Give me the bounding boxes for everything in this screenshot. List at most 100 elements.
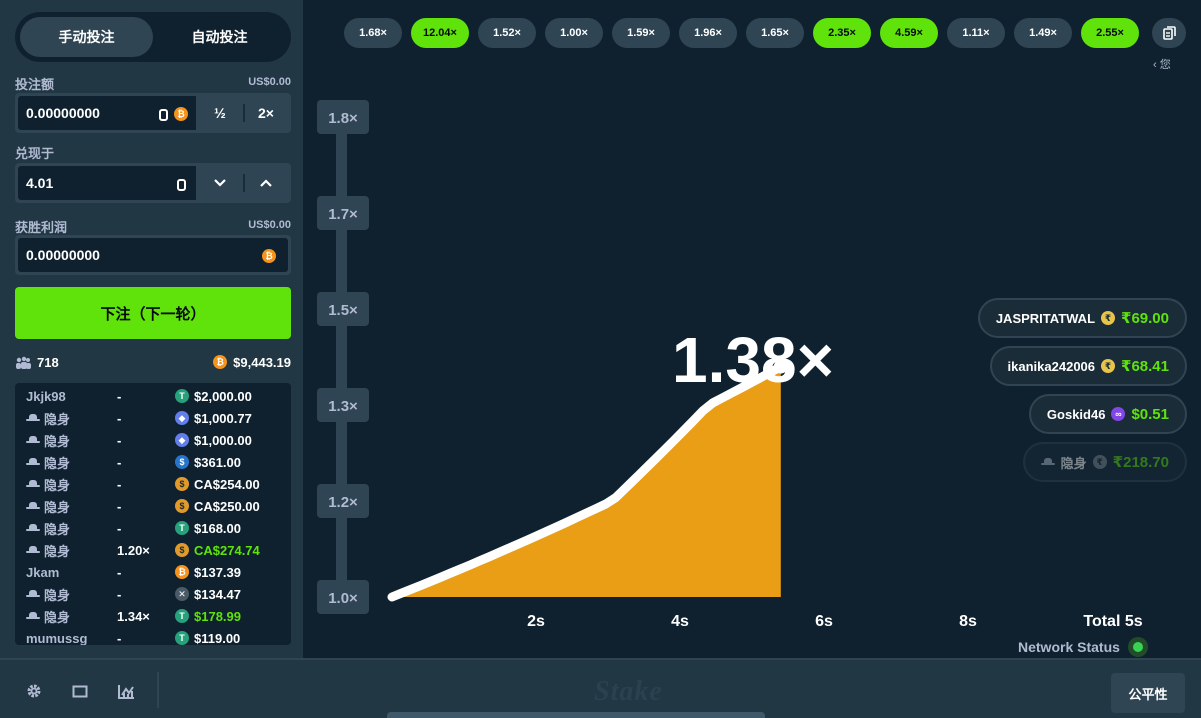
bet-username: mumussg — [26, 630, 88, 646]
history-pill[interactable]: 1.96× — [679, 18, 737, 48]
x-tick-label: 4s — [671, 613, 689, 630]
cashout-decrease-button[interactable] — [197, 165, 243, 201]
bet-amount-value: $1,000.00 — [194, 432, 252, 448]
history-pill[interactable]: 1.11× — [947, 18, 1005, 48]
tab-manual-bet[interactable]: 手动投注 — [20, 17, 153, 57]
bet-amount-label: 投注额 — [15, 77, 55, 92]
bet-user[interactable]: Jkam — [15, 565, 105, 580]
inr-icon: ₹ — [1092, 455, 1107, 469]
double-bet-button[interactable]: 2× — [243, 95, 289, 131]
you-toggle[interactable]: ‹ 您 — [1153, 56, 1171, 72]
incognito-icon — [26, 590, 40, 598]
bet-user[interactable]: 隐身 — [15, 453, 105, 472]
bet-row: 隐身 - $ $361.00 — [15, 451, 291, 473]
bet-user[interactable]: 隐身 — [15, 541, 105, 560]
cashout-players: JASPRITATWAL ₹ ₹69.00 ikanika242006 ₹ ₹68.41 G… — [977, 298, 1187, 482]
bet-row: Jkjk98 - T $2,000.00 — [15, 385, 291, 407]
bet-amount: ₿ $137.39 — [175, 565, 291, 580]
gear-icon — [27, 684, 41, 698]
bet-user[interactable]: 隐身 — [15, 519, 105, 538]
cashout-box — [17, 165, 197, 201]
player-cashout-tag[interactable]: ikanika242006 ₹ ₹68.41 — [989, 346, 1187, 386]
history-pill[interactable]: 1.52× — [478, 18, 536, 48]
x-tick-label: 2s — [527, 613, 545, 630]
window-icon — [72, 685, 88, 697]
profit-label: 获胜利润 — [15, 220, 68, 235]
y-axis-track — [336, 110, 347, 605]
player-amount: ₹218.70 — [1112, 454, 1169, 471]
player-amount: ₹68.41 — [1121, 358, 1169, 375]
history-pill[interactable]: 1.65× — [746, 18, 804, 48]
bet-amount-value: $1,000.77 — [194, 410, 252, 426]
history-pill[interactable]: 4.59× — [880, 18, 938, 48]
incognito-icon — [26, 612, 40, 620]
history-pill[interactable]: 1.59× — [612, 18, 670, 48]
player-cashout-tag[interactable]: Goskid46 ∞ $0.51 — [1028, 394, 1187, 434]
bet-amount: T $168.00 — [175, 521, 291, 536]
history-pill[interactable]: 1.49× — [1014, 18, 1072, 48]
bet-amount-box: ₿ — [17, 95, 197, 131]
bet-user[interactable]: Jkjk98 — [15, 389, 105, 404]
bet-amount: ✕ $134.47 — [175, 587, 291, 602]
bet-user[interactable]: 隐身 — [15, 475, 105, 494]
bet-row: 隐身 - ✕ $134.47 — [15, 583, 291, 605]
profit-field — [26, 247, 146, 263]
history-pill[interactable]: 2.35× — [813, 18, 871, 48]
incognito-icon — [26, 546, 40, 554]
usdt-icon: T — [175, 521, 189, 535]
player-amount: ₹69.00 — [1121, 310, 1169, 327]
cashout-increase-button[interactable] — [243, 165, 289, 201]
network-status-dot — [1127, 637, 1148, 657]
bet-multiplier: - — [117, 586, 122, 602]
bet-user[interactable]: 隐身 — [15, 585, 105, 604]
horizontal-scrollbar[interactable] — [387, 712, 765, 718]
history-pill[interactable]: 12.04× — [411, 18, 469, 48]
half-bet-button[interactable]: ½ — [197, 95, 243, 131]
bet-user[interactable]: 隐身 — [15, 431, 105, 450]
bet-amount-value: $178.99 — [194, 608, 241, 624]
incognito-icon — [26, 502, 40, 510]
bet-user[interactable]: 隐身 — [15, 607, 105, 626]
stats-button[interactable] — [117, 682, 135, 700]
eth-icon: ◆ — [175, 411, 189, 425]
bet-mode-toggle: 手动投注 自动投注 — [15, 12, 291, 62]
history-pill[interactable]: 1.68× — [344, 18, 402, 48]
place-bet-button[interactable]: 下注（下一轮） — [15, 287, 291, 339]
cashout-input[interactable] — [26, 175, 146, 191]
bet-row: 隐身 - T $168.00 — [15, 517, 291, 539]
cashout-group — [15, 163, 291, 203]
bet-amount-usd: US$0.00 — [248, 76, 291, 88]
game-area: 1.0× 1.2× 1.3× 1.5× 1.7× 1.8× 2s 4s 6s 8s Total 5s… — [303, 0, 1201, 658]
player-cashout-tag[interactable]: JASPRITATWAL ₹ ₹69.00 — [977, 298, 1187, 338]
lock-icon — [177, 178, 186, 196]
history-button[interactable] — [1152, 18, 1186, 48]
history-pill[interactable]: 1.00× — [545, 18, 603, 48]
bet-user[interactable]: 隐身 — [15, 497, 105, 516]
bet-amount-value: $119.00 — [194, 630, 241, 646]
history-pill[interactable]: 2.55× — [1081, 18, 1139, 48]
bet-multiplier: - — [117, 410, 122, 426]
bet-username: 隐身 — [44, 521, 71, 537]
bet-amount-group: ₿ ½ 2× — [15, 93, 291, 133]
bet-multiplier: - — [117, 520, 122, 536]
fairness-button[interactable]: 公平性 — [1111, 673, 1185, 713]
player-cashout-tag[interactable]: 隐身 ₹ ₹218.70 — [1022, 442, 1187, 482]
bet-amount-value: CA$254.00 — [194, 476, 260, 492]
cad-icon: $ — [175, 477, 189, 491]
usdt-icon: T — [175, 609, 189, 623]
bet-multiplier: - — [117, 630, 122, 646]
bet-username: Jkam — [26, 564, 60, 580]
bet-amount: T $119.00 — [175, 630, 291, 646]
stake-logo: Stake — [594, 676, 663, 707]
settings-button[interactable] — [25, 682, 43, 700]
total-time-label: Total 5s — [1083, 613, 1142, 630]
bet-amount-input[interactable] — [26, 105, 146, 121]
bet-user[interactable]: 隐身 — [15, 409, 105, 428]
tab-auto-bet[interactable]: 自动投注 — [153, 17, 286, 57]
theatre-mode-button[interactable] — [71, 682, 89, 700]
eth-icon: ◆ — [175, 433, 189, 447]
bet-username: 隐身 — [44, 477, 71, 493]
bitcoin-icon: ₿ — [213, 355, 228, 369]
player-name: ikanika242006 — [1007, 358, 1096, 374]
bet-user[interactable]: mumussg — [15, 631, 105, 646]
